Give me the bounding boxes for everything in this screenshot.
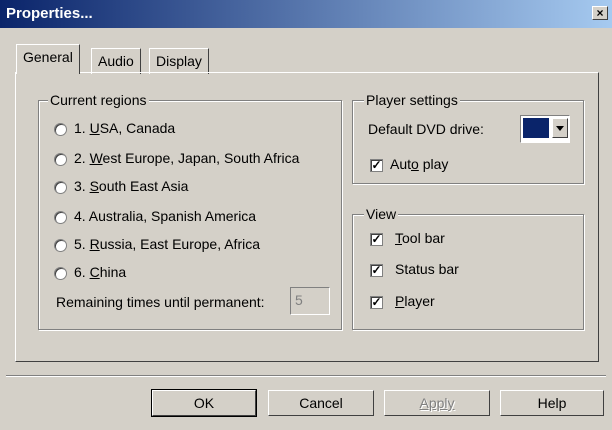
- remaining-label: Remaining times until permanent:: [56, 294, 265, 310]
- region-3-label: 3. South East Asia: [74, 178, 189, 194]
- player-settings-legend: Player settings: [364, 92, 460, 108]
- dropdown-arrow-button[interactable]: [552, 118, 568, 138]
- close-button[interactable]: ×: [592, 6, 608, 20]
- radio-region-2[interactable]: [54, 153, 67, 166]
- statusbar-checkbox[interactable]: ✓: [370, 264, 383, 277]
- view-legend: View: [364, 206, 399, 222]
- region-2-label: 2. West Europe, Japan, South Africa: [74, 150, 300, 166]
- chevron-down-icon: [556, 126, 564, 131]
- statusbar-label: Status bar: [395, 261, 459, 277]
- region-4-label: 4. Australia, Spanish America: [74, 208, 257, 224]
- apply-button[interactable]: Apply: [384, 390, 490, 416]
- radio-region-6[interactable]: [54, 267, 67, 280]
- drive-dropdown[interactable]: [520, 115, 570, 143]
- radio-region-3[interactable]: [54, 181, 67, 194]
- tab-audio[interactable]: Audio: [91, 48, 141, 74]
- toolbar-label: Tool bar: [395, 230, 445, 246]
- toolbar-checkbox[interactable]: ✓: [370, 233, 383, 246]
- radio-region-1[interactable]: [54, 123, 67, 136]
- view-group: [352, 214, 584, 330]
- window-title: Properties...: [6, 5, 93, 22]
- drive-label: Default DVD drive:: [368, 121, 484, 137]
- region-6-label: 6. China: [74, 264, 127, 280]
- ok-button[interactable]: OK: [151, 389, 257, 417]
- radio-region-4[interactable]: [54, 211, 67, 224]
- radio-region-5[interactable]: [54, 239, 67, 252]
- button-separator: [6, 375, 606, 377]
- drive-color-swatch: [523, 118, 549, 138]
- help-button[interactable]: Help: [500, 390, 604, 416]
- regions-legend: Current regions: [48, 92, 149, 108]
- tab-general[interactable]: General: [16, 44, 80, 74]
- autoplay-checkbox[interactable]: ✓: [370, 159, 383, 172]
- remaining-field: 5: [290, 287, 330, 315]
- player-label: Player: [395, 293, 435, 309]
- properties-dialog: { "window": { "title": "Properties...", …: [0, 0, 612, 430]
- cancel-button[interactable]: Cancel: [268, 390, 374, 416]
- region-5-label: 5. Russia, East Europe, Africa: [74, 236, 261, 252]
- player-checkbox[interactable]: ✓: [370, 296, 383, 309]
- autoplay-label: Auto play: [390, 156, 449, 172]
- tab-display[interactable]: Display: [149, 48, 209, 74]
- region-1-label: 1. USA, Canada: [74, 120, 176, 136]
